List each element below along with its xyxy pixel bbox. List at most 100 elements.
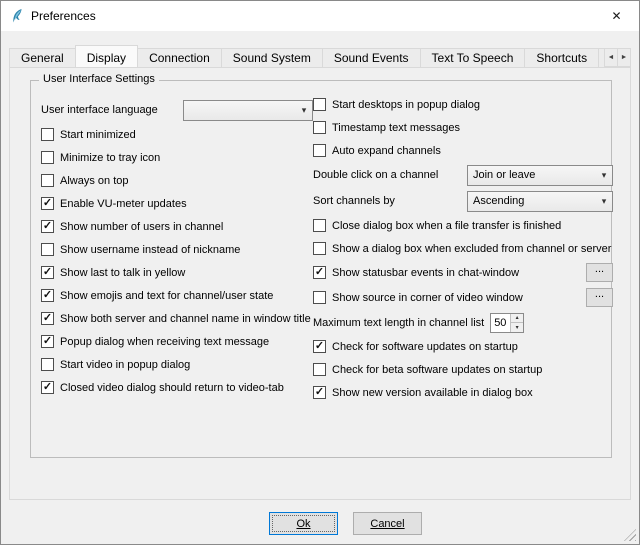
file-transfer-close-row[interactable]: ✓ Close dialog box when a file transfer … xyxy=(313,214,613,237)
window-title: Preferences xyxy=(31,9,96,23)
close-button[interactable]: ✕ xyxy=(594,1,639,31)
auto-expand-row[interactable]: ✓ Auto expand channels xyxy=(313,139,613,162)
checkbox[interactable]: ✓ xyxy=(41,358,54,371)
desktops-popup-row[interactable]: ✓ Start desktops in popup dialog xyxy=(313,93,613,116)
cancel-button-label: Cancel xyxy=(370,518,404,530)
video-popup-row[interactable]: ✓ Start video in popup dialog xyxy=(41,353,313,376)
ok-button[interactable]: Ok xyxy=(269,512,338,535)
checkbox-label: Check for software updates on startup xyxy=(332,341,518,353)
checkbox[interactable]: ✓ xyxy=(313,144,326,157)
resize-grip[interactable] xyxy=(624,529,636,541)
video-source-more-button[interactable]: ... xyxy=(586,288,613,307)
spin-up-icon[interactable]: ▴ xyxy=(511,314,523,323)
tab-bar: General Display Connection Sound System … xyxy=(9,45,631,67)
app-icon xyxy=(9,8,25,24)
check-icon: ✓ xyxy=(43,221,52,232)
checkbox-label: Start minimized xyxy=(60,129,136,141)
tab-text-to-speech[interactable]: Text To Speech xyxy=(420,48,526,67)
tab-scroll-left-icon[interactable]: ◄ xyxy=(604,48,618,67)
window-title-row[interactable]: ✓ Show both server and channel name in w… xyxy=(41,307,313,330)
double-click-row: Double click on a channel Join or leave … xyxy=(313,162,613,188)
check-updates-row[interactable]: ✓ Check for software updates on startup xyxy=(313,335,613,358)
checkbox[interactable]: ✓ xyxy=(41,174,54,187)
checkbox-label: Minimize to tray icon xyxy=(60,152,160,164)
checkbox-label: Show a dialog box when excluded from cha… xyxy=(332,243,611,255)
sort-channels-label: Sort channels by xyxy=(313,195,395,207)
new-version-dialog-row[interactable]: ✓ Show new version available in dialog b… xyxy=(313,381,613,404)
tab-panel-display: User Interface Settings User interface l… xyxy=(9,67,631,500)
checkbox[interactable]: ✓ xyxy=(41,289,54,302)
sort-channels-combo[interactable]: Ascending ▾ xyxy=(467,191,613,212)
group-title: User Interface Settings xyxy=(39,73,159,85)
check-icon: ✓ xyxy=(43,382,52,393)
checkbox[interactable]: ✓ xyxy=(313,363,326,376)
checkbox-label: Show username instead of nickname xyxy=(60,244,240,256)
checkbox[interactable]: ✓ xyxy=(41,335,54,348)
vu-meter-row[interactable]: ✓ Enable VU-meter updates xyxy=(41,192,313,215)
checkbox[interactable]: ✓ xyxy=(313,121,326,134)
checkbox[interactable]: ✓ xyxy=(313,340,326,353)
tab-sound-events[interactable]: Sound Events xyxy=(322,48,421,67)
check-icon: ✓ xyxy=(43,267,52,278)
language-label: User interface language xyxy=(41,104,158,116)
checkbox[interactable]: ✓ xyxy=(41,220,54,233)
cancel-button[interactable]: Cancel xyxy=(353,512,422,535)
checkbox[interactable]: ✓ xyxy=(41,151,54,164)
sort-channels-row: Sort channels by Ascending ▾ xyxy=(313,188,613,214)
last-to-talk-row[interactable]: ✓ Show last to talk in yellow xyxy=(41,261,313,284)
checkbox-label: Show number of users in channel xyxy=(60,221,223,233)
checkbox[interactable]: ✓ xyxy=(41,243,54,256)
checkbox[interactable]: ✓ xyxy=(41,381,54,394)
always-on-top-row[interactable]: ✓ Always on top xyxy=(41,169,313,192)
titlebar[interactable]: Preferences ✕ xyxy=(1,1,639,31)
tab-scroll-right-icon[interactable]: ► xyxy=(617,48,631,67)
double-click-label: Double click on a channel xyxy=(313,169,438,181)
check-icon: ✓ xyxy=(43,198,52,209)
start-minimized-row[interactable]: ✓ Start minimized xyxy=(41,123,313,146)
checkbox-label: Start video in popup dialog xyxy=(60,359,190,371)
tab-display[interactable]: Display xyxy=(75,45,138,67)
max-text-length-row: Maximum text length in channel list 50 ▴… xyxy=(313,310,613,335)
ok-button-label: Ok xyxy=(296,518,310,530)
language-combo[interactable]: ▾ xyxy=(183,100,313,121)
checkbox[interactable]: ✓ xyxy=(313,386,326,399)
checkbox-label: Show statusbar events in chat-window xyxy=(332,267,519,279)
checkbox[interactable]: ✓ xyxy=(41,128,54,141)
checkbox[interactable]: ✓ xyxy=(313,291,326,304)
timestamp-row[interactable]: ✓ Timestamp text messages xyxy=(313,116,613,139)
popup-text-message-row[interactable]: ✓ Popup dialog when receiving text messa… xyxy=(41,330,313,353)
show-username-row[interactable]: ✓ Show username instead of nickname xyxy=(41,238,313,261)
video-return-tab-row[interactable]: ✓ Closed video dialog should return to v… xyxy=(41,376,313,399)
max-text-length-label: Maximum text length in channel list xyxy=(313,317,484,329)
tab-sound-system[interactable]: Sound System xyxy=(221,48,323,67)
excluded-dialog-row[interactable]: ✓ Show a dialog box when excluded from c… xyxy=(313,237,613,260)
sort-channels-combo-value: Ascending xyxy=(473,195,524,207)
checkbox[interactable]: ✓ xyxy=(41,266,54,279)
checkbox[interactable]: ✓ xyxy=(41,197,54,210)
tab-general[interactable]: General xyxy=(9,48,76,67)
check-icon: ✓ xyxy=(315,387,324,398)
max-text-length-spinner[interactable]: 50 ▴ ▾ xyxy=(490,313,524,333)
checkbox[interactable]: ✓ xyxy=(41,312,54,325)
emojis-row[interactable]: ✓ Show emojis and text for channel/user … xyxy=(41,284,313,307)
chevron-down-icon: ▾ xyxy=(596,170,612,181)
tab-shortcuts[interactable]: Shortcuts xyxy=(524,48,599,67)
check-beta-updates-row[interactable]: ✓ Check for beta software updates on sta… xyxy=(313,358,613,381)
checkbox[interactable]: ✓ xyxy=(313,242,326,255)
checkbox-label: Check for beta software updates on start… xyxy=(332,364,542,376)
spin-down-icon[interactable]: ▾ xyxy=(511,322,523,332)
checkbox[interactable]: ✓ xyxy=(313,266,326,279)
statusbar-events-more-button[interactable]: ... xyxy=(586,263,613,282)
double-click-combo[interactable]: Join or leave ▾ xyxy=(467,165,613,186)
checkbox[interactable]: ✓ xyxy=(313,98,326,111)
statusbar-events-row: ✓ Show statusbar events in chat-window .… xyxy=(313,260,613,285)
checkbox[interactable]: ✓ xyxy=(313,219,326,232)
minimize-to-tray-row[interactable]: ✓ Minimize to tray icon xyxy=(41,146,313,169)
checkbox-label: Show source in corner of video window xyxy=(332,292,523,304)
show-user-count-row[interactable]: ✓ Show number of users in channel xyxy=(41,215,313,238)
check-icon: ✓ xyxy=(43,336,52,347)
tab-connection[interactable]: Connection xyxy=(137,48,222,67)
spinner-value[interactable]: 50 xyxy=(491,314,510,332)
chevron-down-icon: ▾ xyxy=(296,105,312,116)
checkbox-label: Show both server and channel name in win… xyxy=(60,313,311,325)
